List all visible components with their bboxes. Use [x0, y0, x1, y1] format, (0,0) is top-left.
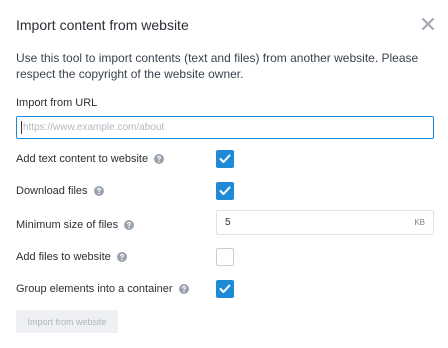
min-size-unit: KB	[414, 218, 425, 227]
option-min-size-row: Minimum size of files 5 KB	[16, 210, 434, 235]
min-size-input[interactable]: 5 KB	[216, 210, 434, 235]
add-files-checkbox[interactable]	[216, 248, 234, 266]
dialog-description: Use this tool to import contents (text a…	[16, 51, 419, 81]
option-min-size-label: Minimum size of files	[16, 219, 119, 231]
option-add-text-row: Add text content to website	[16, 149, 434, 169]
option-add-files-row: Add files to website	[16, 247, 434, 267]
checkmark-icon	[219, 284, 231, 293]
help-icon[interactable]	[93, 186, 104, 196]
option-add-text-label: Add text content to website	[16, 153, 149, 165]
checkmark-icon	[219, 154, 231, 163]
checkmark-icon	[219, 186, 231, 195]
option-download-files-row: Download files	[16, 181, 434, 201]
text-caret	[21, 121, 22, 134]
help-icon[interactable]	[154, 154, 165, 164]
min-size-value: 5	[225, 217, 231, 228]
help-icon[interactable]	[178, 284, 189, 294]
group-elements-checkbox[interactable]	[216, 280, 234, 298]
url-input[interactable]	[16, 116, 434, 139]
help-icon[interactable]	[124, 220, 135, 230]
option-add-files-label: Add files to website	[16, 251, 111, 263]
download-files-checkbox[interactable]	[216, 182, 234, 200]
option-download-files-label: Download files	[16, 185, 88, 197]
help-icon[interactable]	[116, 252, 127, 262]
import-button[interactable]: Import from website	[16, 310, 118, 333]
add-text-checkbox[interactable]	[216, 150, 234, 168]
option-group-elements-row: Group elements into a container	[16, 279, 434, 299]
url-field-label: Import from URL	[16, 97, 98, 109]
import-dialog: Import content from website Use this too…	[0, 0, 448, 348]
option-group-elements-label: Group elements into a container	[16, 283, 173, 295]
dialog-title: Import content from website	[16, 17, 189, 33]
close-icon[interactable]	[420, 16, 436, 32]
